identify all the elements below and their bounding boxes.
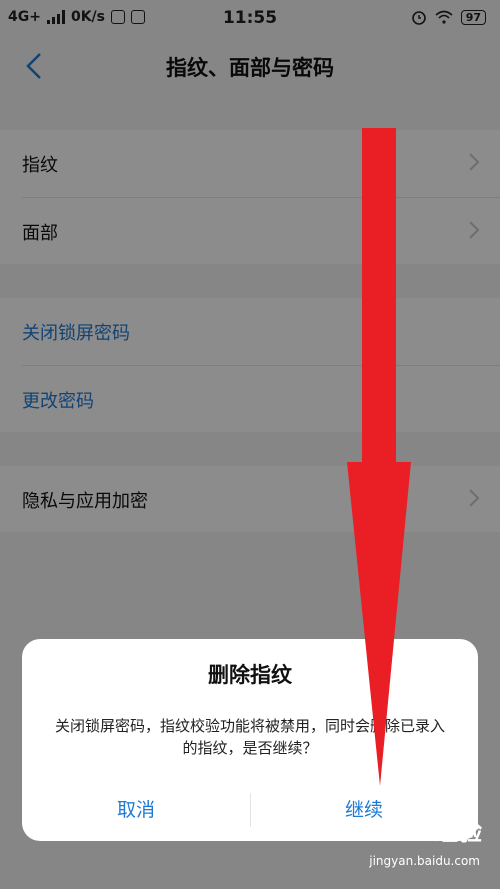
annotation-arrow <box>347 128 411 786</box>
arrow-head <box>347 462 411 786</box>
watermark: Baidu经验 jingyan.baidu.com <box>332 812 482 874</box>
watermark-url: jingyan.baidu.com <box>369 854 480 868</box>
watermark-logo: Baidu经验 <box>357 818 482 846</box>
arrow-shaft <box>362 128 396 468</box>
